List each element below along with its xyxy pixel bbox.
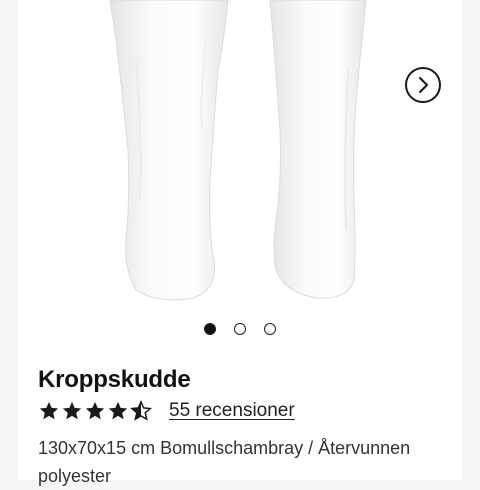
rating-stars — [38, 400, 153, 422]
pagination-dot-3[interactable] — [264, 323, 276, 335]
star-icon — [85, 401, 105, 420]
chevron-right-icon — [419, 77, 428, 93]
product-image-gallery[interactable] — [18, 0, 462, 312]
product-description: 130x70x15 cm Bomullschambray / Återvunne… — [38, 438, 411, 486]
half-star-icon — [130, 400, 152, 421]
product-image — [109, 0, 367, 301]
star-icon — [62, 401, 82, 420]
rating-row: 55 recensioner — [38, 400, 295, 422]
star-icon — [108, 401, 128, 420]
product-card: Kroppskudde 55 recensioner 130x70x15 cm … — [18, 0, 462, 486]
pagination-dot-1[interactable] — [204, 323, 216, 335]
pagination-dot-2[interactable] — [234, 323, 246, 335]
product-title: Kroppskudde — [38, 366, 191, 393]
next-image-button[interactable] — [405, 67, 441, 103]
gallery-pagination — [18, 323, 462, 335]
star-icon — [39, 401, 59, 420]
reviews-link[interactable]: 55 recensioner — [169, 400, 295, 422]
